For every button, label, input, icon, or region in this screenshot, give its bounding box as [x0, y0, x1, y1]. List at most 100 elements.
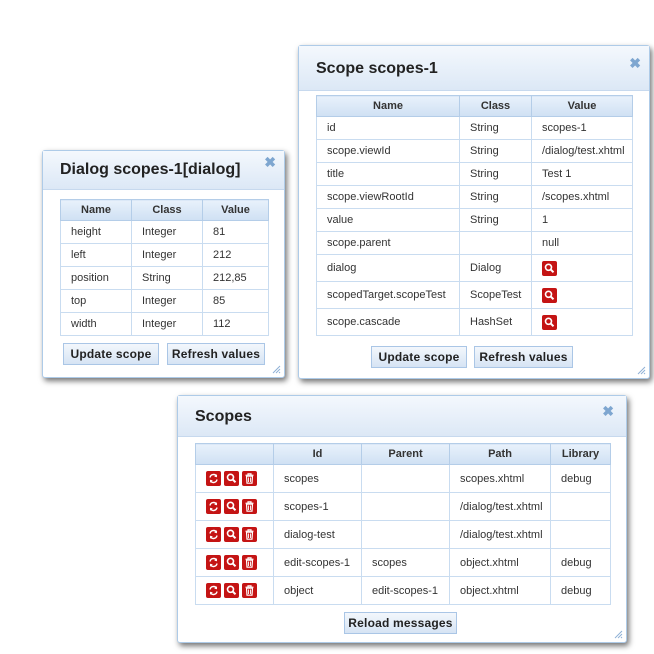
dialog-title: Scope scopes-1: [316, 60, 438, 77]
cell-class: String: [459, 116, 532, 140]
cell-value: 1: [531, 208, 633, 232]
table-row: title String Test 1: [316, 162, 633, 186]
cell-parent: [361, 464, 450, 493]
update-scope-button[interactable]: Update scope: [63, 343, 159, 365]
attributes-table: Name Class Value height Integer 81 left …: [60, 199, 269, 336]
cell-id: edit-scopes-1: [273, 548, 362, 577]
dialog-header[interactable]: Dialog scopes-1[dialog] ✖: [43, 151, 284, 190]
table-row: scope.cascade HashSet: [316, 308, 633, 336]
table-row: object edit-scopes-1 object.xhtml debug: [195, 576, 611, 605]
refresh-icon[interactable]: [206, 555, 221, 570]
dialog-header[interactable]: Scopes ✖: [178, 396, 626, 437]
cell-value: [531, 308, 633, 336]
resize-grip-icon[interactable]: [637, 366, 646, 375]
cell-value: Test 1: [531, 162, 633, 186]
cell-value: 112: [202, 312, 269, 336]
magnifier-icon[interactable]: [542, 287, 557, 303]
cell-library: debug: [550, 548, 611, 577]
magnifier-icon[interactable]: [542, 314, 557, 330]
cell-class: Integer: [131, 220, 203, 244]
scopes-window[interactable]: Scopes ✖ Id Parent Path Library scopes s…: [177, 395, 627, 643]
row-actions: [195, 576, 274, 605]
close-icon[interactable]: ✖: [264, 155, 276, 169]
magnifier-icon[interactable]: [224, 471, 240, 486]
cell-class: String: [459, 139, 532, 163]
table-row: dialog-test /dialog/test.xhtml: [195, 520, 611, 549]
scope-scopes-1-window[interactable]: Scope scopes-1 ✖ Name Class Value id Str…: [298, 45, 650, 379]
cell-library: [550, 520, 611, 549]
trash-icon[interactable]: [242, 471, 258, 486]
table-row: scope.parent null: [316, 231, 633, 255]
resize-grip-icon[interactable]: [272, 365, 281, 374]
close-icon[interactable]: ✖: [602, 404, 614, 418]
cell-class: String: [131, 266, 203, 290]
cell-value: null: [531, 231, 633, 255]
cell-path: scopes.xhtml: [449, 464, 551, 493]
refresh-values-button[interactable]: Refresh values: [167, 343, 265, 365]
cell-name: scope.viewRootId: [316, 185, 460, 209]
magnifier-icon[interactable]: [224, 555, 240, 570]
magnifier-icon[interactable]: [224, 499, 240, 514]
table-row: top Integer 85: [60, 289, 269, 313]
cell-value: scopes-1: [531, 116, 633, 140]
column-header-actions: [195, 443, 274, 465]
cell-name: height: [60, 220, 132, 244]
magnifier-icon[interactable]: [224, 583, 240, 598]
cell-name: id: [316, 116, 460, 140]
column-header-name: Name: [60, 199, 132, 221]
resize-grip-icon[interactable]: [614, 630, 623, 639]
table-header-row: Name Class Value: [60, 199, 269, 221]
magnifier-icon[interactable]: [542, 260, 557, 276]
cell-id: dialog-test: [273, 520, 362, 549]
refresh-icon[interactable]: [206, 471, 221, 486]
reload-messages-button[interactable]: Reload messages: [344, 612, 457, 634]
dialog-header[interactable]: Scope scopes-1 ✖: [299, 46, 649, 91]
cell-id: scopes: [273, 464, 362, 493]
cell-name: width: [60, 312, 132, 336]
dialog-scopes-1-dialog-window[interactable]: Dialog scopes-1[dialog] ✖ Name Class Val…: [42, 150, 285, 378]
cell-name: scopedTarget.scopeTest: [316, 281, 460, 309]
cell-name: scope.cascade: [316, 308, 460, 336]
row-actions: [195, 520, 274, 549]
update-scope-button[interactable]: Update scope: [371, 346, 467, 368]
dialog-title: Dialog scopes-1[dialog]: [60, 161, 241, 178]
table-row: value String 1: [316, 208, 633, 232]
magnifier-icon[interactable]: [224, 527, 240, 542]
dialog-title: Scopes: [195, 408, 252, 425]
trash-icon[interactable]: [242, 527, 258, 542]
cell-class: String: [459, 208, 532, 232]
cell-path: /dialog/test.xhtml: [449, 492, 551, 521]
table-row: scope.viewRootId String /scopes.xhtml: [316, 185, 633, 209]
column-header-class: Class: [131, 199, 203, 221]
trash-icon[interactable]: [242, 555, 258, 570]
cell-class: [459, 231, 532, 255]
cell-id: object: [273, 576, 362, 605]
column-header-value: Value: [531, 95, 633, 117]
refresh-icon[interactable]: [206, 527, 221, 542]
row-actions: [195, 492, 274, 521]
table-row: dialog Dialog: [316, 254, 633, 282]
close-icon[interactable]: ✖: [629, 56, 641, 70]
cell-value: 212,85: [202, 266, 269, 290]
table-header-row: Id Parent Path Library: [195, 443, 611, 465]
cell-value: /dialog/test.xhtml: [531, 139, 633, 163]
trash-icon[interactable]: [242, 499, 258, 514]
table-row: edit-scopes-1 scopes object.xhtml debug: [195, 548, 611, 577]
row-actions: [195, 464, 274, 493]
table-row: left Integer 212: [60, 243, 269, 267]
trash-icon[interactable]: [242, 583, 258, 598]
column-header-class: Class: [459, 95, 532, 117]
cell-parent: [361, 520, 450, 549]
column-header-path: Path: [449, 443, 551, 465]
row-actions: [195, 548, 274, 577]
cell-path: /dialog/test.xhtml: [449, 520, 551, 549]
cell-value: 81: [202, 220, 269, 244]
cell-parent: edit-scopes-1: [361, 576, 450, 605]
attributes-table: Name Class Value id String scopes-1 scop…: [316, 95, 633, 336]
cell-class: Integer: [131, 289, 203, 313]
cell-value: [531, 281, 633, 309]
refresh-icon[interactable]: [206, 499, 221, 514]
refresh-icon[interactable]: [206, 583, 221, 598]
refresh-values-button[interactable]: Refresh values: [474, 346, 573, 368]
table-row: height Integer 81: [60, 220, 269, 244]
